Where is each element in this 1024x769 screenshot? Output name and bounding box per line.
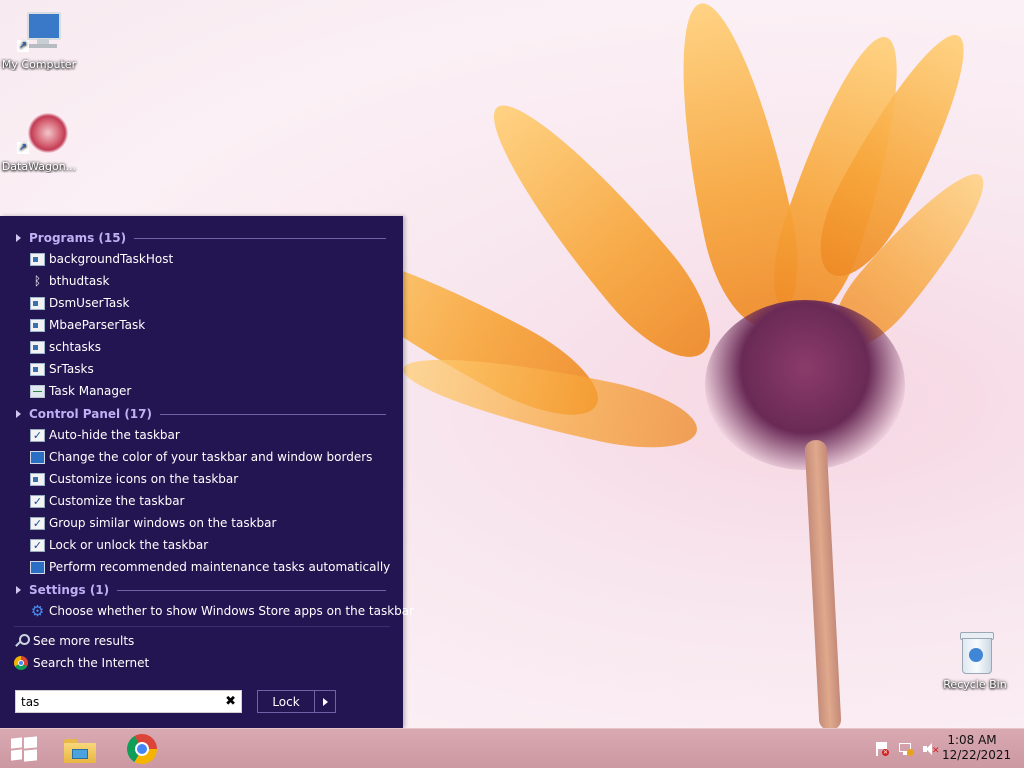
control-panel-item[interactable]: Customize icons on the taskbar <box>30 469 390 489</box>
item-label: schtasks <box>49 340 101 354</box>
item-label: Perform recommended maintenance tasks au… <box>49 560 391 574</box>
control-panel-item[interactable]: ✓ Customize the taskbar <box>30 491 390 511</box>
network-icon[interactable] <box>898 741 914 757</box>
magnifier-icon <box>14 634 30 648</box>
program-item[interactable]: DsmUserTask <box>30 293 390 313</box>
program-item[interactable]: SrTasks <box>30 359 390 379</box>
divider <box>14 626 390 627</box>
item-label: DsmUserTask <box>49 296 130 310</box>
item-label: Customize icons on the taskbar <box>49 472 239 486</box>
item-label: bthudtask <box>49 274 110 288</box>
windows-logo-icon <box>11 736 37 762</box>
window-icon <box>30 296 45 310</box>
divider <box>134 237 386 239</box>
control-panel-item[interactable]: Change the color of your taskbar and win… <box>30 447 390 467</box>
gear-icon: ⚙ <box>30 601 45 620</box>
search-internet-label: Search the Internet <box>33 656 150 670</box>
desktop-icon-label: DataWagon... <box>1 160 77 173</box>
clock-time: 1:08 AM <box>947 733 997 747</box>
search-box: ✖ <box>15 690 242 713</box>
window-icon <box>30 318 45 332</box>
group-header-settings[interactable]: Settings (1) <box>16 581 386 599</box>
item-label: Customize the taskbar <box>49 494 185 508</box>
checkbox-icon: ✓ <box>30 538 45 552</box>
control-panel-item[interactable]: ✓ Lock or unlock the taskbar <box>30 535 390 555</box>
chevron-right-icon <box>322 697 328 706</box>
taskbar-settings-icon <box>30 472 45 486</box>
power-options-arrow-button[interactable] <box>315 691 335 712</box>
item-label: Choose whether to show Windows Store app… <box>49 604 415 618</box>
item-label: SrTasks <box>49 362 94 376</box>
search-internet-link[interactable]: Search the Internet <box>14 653 149 673</box>
divider <box>160 413 386 415</box>
item-label: MbaeParserTask <box>49 318 146 332</box>
action-center-flag-icon[interactable]: ✕ <box>874 741 890 757</box>
power-button-group: Lock <box>257 690 336 713</box>
window-icon <box>30 340 45 354</box>
group-title: Programs (15) <box>29 231 127 245</box>
program-item[interactable]: ᛒ bthudtask <box>30 271 390 291</box>
expand-arrow-icon <box>16 410 21 418</box>
divider <box>117 589 386 591</box>
file-explorer-icon <box>64 735 96 763</box>
settings-item[interactable]: ⚙ Choose whether to show Windows Store a… <box>30 601 414 621</box>
control-panel-item[interactable]: Perform recommended maintenance tasks au… <box>30 557 390 577</box>
task-manager-icon <box>30 384 45 398</box>
lock-button[interactable]: Lock <box>258 691 315 712</box>
window-icon <box>30 362 45 376</box>
checkbox-icon: ✓ <box>30 428 45 442</box>
monitor-icon <box>30 450 45 464</box>
start-button[interactable] <box>0 729 48 769</box>
item-label: backgroundTaskHost <box>49 252 174 266</box>
chrome-icon <box>127 734 157 764</box>
chrome-button[interactable] <box>118 729 166 769</box>
checkbox-icon: ✓ <box>30 516 45 530</box>
expand-arrow-icon <box>16 234 21 242</box>
desktop-icon-datawagon[interactable]: ↗ DataWagon... <box>0 112 78 173</box>
clock[interactable]: 1:08 AM 12/22/2021 <box>942 733 1012 763</box>
recycle-bin-icon <box>951 630 999 676</box>
desktop-icon-recycle-bin[interactable]: Recycle Bin <box>936 630 1014 691</box>
start-menu: Programs (15) backgroundTaskHost ᛒ bthud… <box>0 216 414 728</box>
chrome-icon <box>14 656 28 670</box>
group-title: Settings (1) <box>29 583 110 597</box>
see-more-results-link[interactable]: See more results <box>14 631 134 651</box>
computer-icon: ↗ <box>15 10 63 56</box>
desktop-icon-label: My Computer <box>1 58 77 71</box>
group-header-control-panel[interactable]: Control Panel (17) <box>16 405 386 423</box>
clock-date: 12/22/2021 <box>942 748 1012 762</box>
volume-muted-icon[interactable]: ✕ <box>922 741 940 757</box>
program-item[interactable]: MbaeParserTask <box>30 315 390 335</box>
bluetooth-icon: ᛒ <box>33 273 42 288</box>
control-panel-item[interactable]: ✓ Auto-hide the taskbar <box>30 425 390 445</box>
desktop-icon-my-computer[interactable]: ↗ My Computer <box>0 10 78 71</box>
see-more-label: See more results <box>33 634 135 648</box>
datawagon-icon: ↗ <box>15 112 68 158</box>
clear-search-icon[interactable]: ✖ <box>225 694 236 709</box>
item-label: Auto-hide the taskbar <box>49 428 180 442</box>
expand-arrow-icon <box>16 586 21 594</box>
search-input[interactable] <box>16 691 217 712</box>
file-explorer-button[interactable] <box>56 729 104 769</box>
program-item[interactable]: backgroundTaskHost <box>30 249 390 269</box>
group-header-programs[interactable]: Programs (15) <box>16 229 386 247</box>
maintenance-icon <box>30 560 45 574</box>
checkbox-icon: ✓ <box>30 494 45 508</box>
item-label: Group similar windows on the taskbar <box>49 516 277 530</box>
item-label: Lock or unlock the taskbar <box>49 538 209 552</box>
desktop-icon-label: Recycle Bin <box>943 678 1007 691</box>
window-icon <box>30 252 45 266</box>
taskbar: ✕ ✕ 1:08 AM 12/22/2021 <box>0 728 1024 768</box>
control-panel-item[interactable]: ✓ Group similar windows on the taskbar <box>30 513 390 533</box>
program-item[interactable]: Task Manager <box>30 381 390 401</box>
program-item[interactable]: schtasks <box>30 337 390 357</box>
item-label: Change the color of your taskbar and win… <box>49 450 373 464</box>
item-label: Task Manager <box>49 384 132 398</box>
group-title: Control Panel (17) <box>29 407 152 421</box>
